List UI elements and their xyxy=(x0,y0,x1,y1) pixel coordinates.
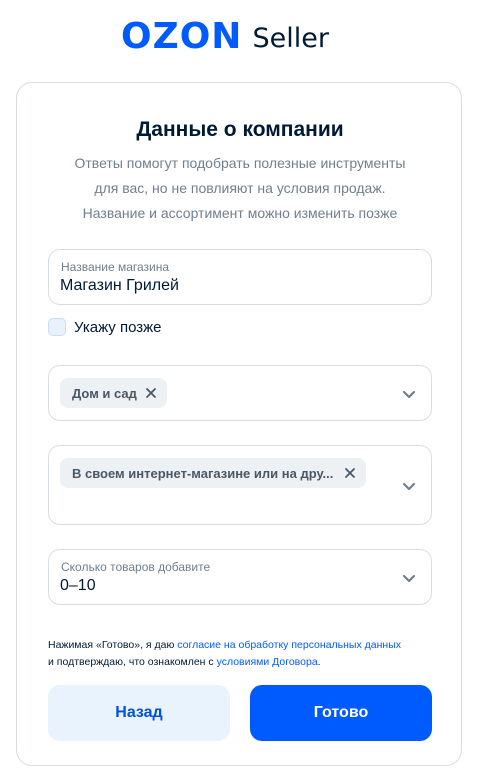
sales-channel-chip-label: В своем интернет-магазине или на дру... xyxy=(72,465,334,481)
chevron-down-icon[interactable] xyxy=(401,570,417,586)
subtitle: Ответы помогут подобрать полезные инстру… xyxy=(40,151,440,226)
subtitle-line: для вас, но не повлияют на условия прода… xyxy=(94,180,386,196)
later-checkbox[interactable] xyxy=(48,318,66,336)
category-select[interactable]: Дом и сад xyxy=(48,365,432,421)
sales-channel-chip: В своем интернет-магазине или на дру... xyxy=(60,458,366,488)
logo-brand: OZON xyxy=(121,16,243,57)
back-button[interactable]: Назад xyxy=(48,685,230,741)
personal-data-consent-link[interactable]: согласие на обработку персональных данны… xyxy=(177,639,401,651)
subtitle-line: Название и ассортимент можно изменить по… xyxy=(82,205,398,221)
close-icon[interactable] xyxy=(344,467,356,479)
chevron-down-icon[interactable] xyxy=(401,386,417,402)
products-count-value: 0–10 xyxy=(60,577,96,594)
later-checkbox-row[interactable]: Укажу позже xyxy=(48,318,162,336)
contract-terms-link[interactable]: условиями Договора xyxy=(217,656,318,668)
products-count-select[interactable]: Сколько товаров добавите 0–10 xyxy=(48,549,432,605)
consent-middle: и подтверждаю, что ознакомлен с xyxy=(48,656,217,668)
consent-text: Нажимая «Готово», я даю согласие на обра… xyxy=(48,637,448,671)
close-icon[interactable] xyxy=(145,387,157,399)
category-chip: Дом и сад xyxy=(60,378,167,408)
header: OZON Seller xyxy=(0,0,480,70)
consent-suffix: . xyxy=(317,656,321,668)
done-button[interactable]: Готово xyxy=(250,685,432,741)
ozon-seller-logo[interactable]: OZON Seller xyxy=(121,13,329,61)
page-title: Данные о компании xyxy=(136,118,344,141)
store-name-input[interactable]: Магазин Грилей xyxy=(60,277,179,295)
sales-channel-select[interactable]: В своем интернет-магазине или на дру... xyxy=(48,445,432,525)
store-name-field[interactable]: Название магазина Магазин Грилей xyxy=(48,249,432,305)
consent-prefix: Нажимая «Готово», я даю xyxy=(48,639,178,651)
subtitle-line: Ответы помогут подобрать полезные инстру… xyxy=(74,155,406,171)
chevron-down-icon[interactable] xyxy=(401,478,417,494)
category-chip-label: Дом и сад xyxy=(72,385,137,401)
store-name-label: Название магазина xyxy=(61,260,170,274)
products-count-label: Сколько товаров добавите xyxy=(61,560,211,574)
logo-product: Seller xyxy=(252,23,329,54)
later-checkbox-label[interactable]: Укажу позже xyxy=(74,319,162,336)
